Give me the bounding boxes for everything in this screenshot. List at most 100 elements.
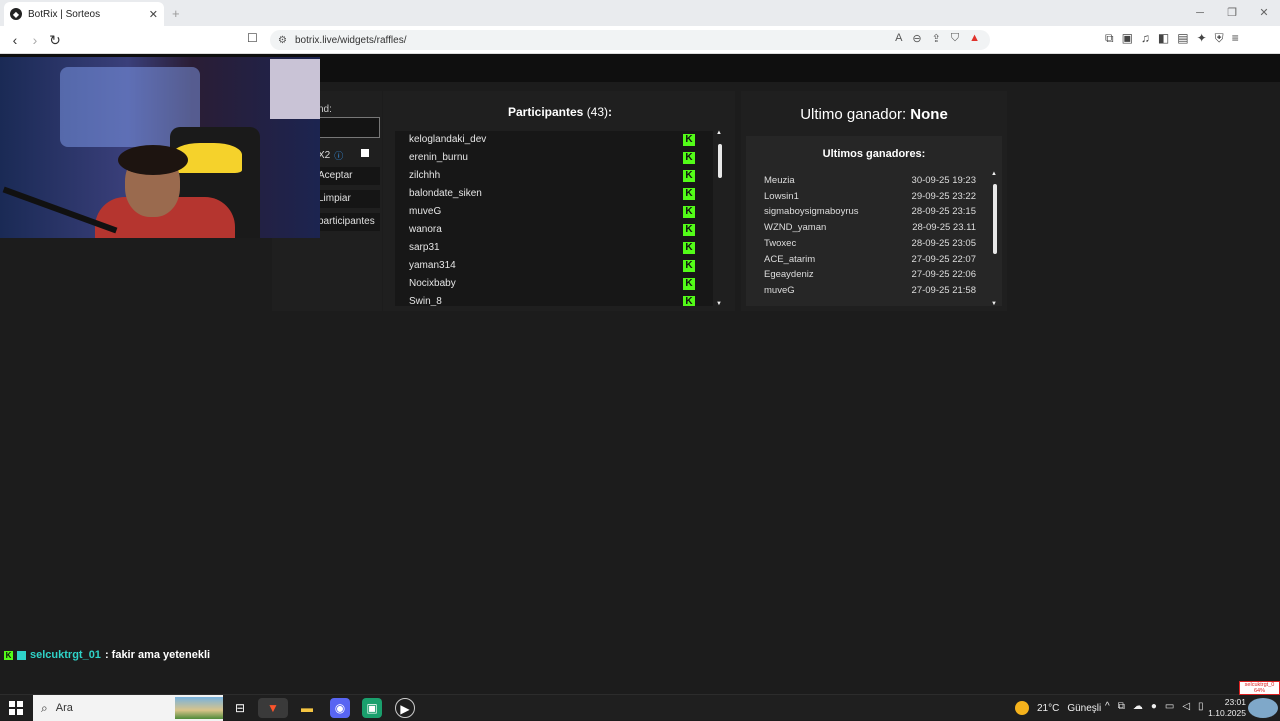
zoom-icon[interactable]: ⊖ [912, 32, 921, 45]
taskbar-search[interactable]: ⌕ Ara [33, 695, 223, 721]
kick-platform-icon: K [683, 224, 695, 236]
participant-row: yaman314 K [395, 257, 701, 275]
reload-icon[interactable]: ↻ [46, 31, 64, 49]
tab-bar: ◆ BotRix | Sorteos ✕ + ─ ❐ ✕ [0, 0, 1280, 26]
winner-row: Lowsin1 29-09-25 23:22 [764, 189, 976, 204]
media-player-icon[interactable]: ▶ [395, 698, 415, 718]
webcam-person-hair [118, 145, 188, 175]
winner-row: Meuzia 30-09-25 19:23 [764, 173, 976, 188]
sidebar-icon[interactable]: ◧ [1158, 31, 1169, 46]
mic-icon[interactable]: ● [1151, 701, 1157, 712]
recent-winners-box: Ultimos ganadores: ▲ ▼ Meuzia 30-09-25 19… [746, 136, 1002, 307]
winners-scrollbar[interactable]: ▲ ▼ [991, 171, 998, 307]
translate-icon[interactable]: A [895, 32, 902, 45]
brave-taskbar-icon[interactable]: ▼ [258, 698, 288, 718]
participant-name: zilchhh [409, 170, 441, 181]
winners-panel: Ultimo ganador: None Ultimos ganadores: … [741, 91, 1007, 311]
participants-title: Participantes (43): [383, 105, 737, 119]
participant-row: zilchhh K [395, 167, 701, 185]
close-window-icon[interactable]: ✕ [1248, 0, 1280, 26]
address-bar-actions: A ⊖ ⇪ ⛉ ▲ [895, 32, 980, 45]
search-highlight-image [175, 697, 223, 719]
accept-button[interactable]: Aceptar [316, 167, 380, 185]
minimize-icon[interactable]: ─ [1184, 0, 1216, 26]
network-icon[interactable]: ▭ [1165, 701, 1174, 712]
participants-scrollbar[interactable]: ▲ ▼ [716, 130, 723, 307]
extensions-area: ⧉ ▣ ♫ ◧ ▤ ✦ ⛨ ≡ [1105, 31, 1239, 46]
back-arrow-icon[interactable]: ‹ [6, 31, 24, 49]
chat-username: selcuktrgt_01 [30, 649, 101, 661]
clock-time: 23:01 [1224, 697, 1246, 707]
browser-tab[interactable]: ◆ BotRix | Sorteos ✕ [4, 2, 164, 26]
discord-icon[interactable]: ◉ [330, 698, 350, 718]
webcam-poster [270, 59, 320, 119]
vpn-icon[interactable]: ⛨ [1215, 31, 1224, 46]
app-icon[interactable]: ▣ [362, 698, 382, 718]
winner-name: Meuzia [764, 175, 795, 186]
participants-colon: : [608, 105, 613, 119]
clear-button[interactable]: Limpiar [316, 190, 380, 208]
tab-title: BotRix | Sorteos [28, 8, 101, 20]
windows-start-icon[interactable] [9, 701, 23, 715]
brave-rewards-icon[interactable]: ▲ [969, 32, 980, 45]
system-tray: ^ ⧉ ☁ ● ▭ ◁ ▯ [1105, 701, 1204, 712]
task-view-icon[interactable]: ⊟ [230, 698, 250, 718]
winner-name: muveG [764, 284, 795, 296]
leo-ai-icon[interactable]: ✦ [1197, 31, 1207, 46]
media-icon[interactable]: ♫ [1141, 31, 1150, 46]
winner-date: 28-09-25 23.11 [912, 222, 976, 234]
new-tab-button[interactable]: + [172, 6, 180, 21]
subscriber-badge-icon [17, 650, 26, 660]
notification-avatar[interactable] [1248, 698, 1278, 718]
participants-list[interactable]: keloglandaki_dev Kerenin_burnu Kzilchhh Kba… [395, 131, 713, 306]
x2-checkbox[interactable] [361, 149, 369, 157]
last-winner: Ultimo ganador: None [741, 106, 1007, 123]
participant-row: Swin_8 K [395, 293, 701, 306]
share-icon[interactable]: ⇪ [932, 32, 941, 45]
kick-badge-icon: K [4, 650, 13, 660]
winner-date: 27-09-25 22:07 [911, 253, 976, 265]
tab-close-icon[interactable]: ✕ [149, 8, 158, 21]
participant-name: wanora [409, 224, 442, 235]
file-explorer-icon[interactable]: ▬ [297, 698, 317, 718]
participant-name: sarp31 [409, 242, 440, 253]
brave-shield-icon[interactable]: ⛉ [951, 32, 959, 45]
kick-platform-icon: K [683, 134, 695, 146]
address-bar[interactable]: ⚙ botrix.live/widgets/raffles/ A ⊖ ⇪ ⛉ ▲ [270, 30, 990, 50]
kick-platform-icon: K [683, 296, 695, 306]
overlay-toast: selcuktrgt_0 64% [1239, 681, 1280, 695]
participant-row: balondate_siken K [395, 185, 701, 203]
bookmark-icon[interactable]: ☐ [247, 31, 258, 45]
menu-icon[interactable]: ≡ [1232, 31, 1239, 46]
onedrive-icon[interactable]: ☁ [1133, 701, 1143, 712]
weather-temp: 21°C [1037, 702, 1060, 714]
window-controls: ─ ❐ ✕ [1184, 0, 1280, 26]
extensions-icon[interactable]: ⧉ [1105, 31, 1114, 46]
winners-scroll-thumb[interactable] [993, 184, 997, 254]
command-input[interactable] [316, 117, 380, 138]
volume-icon[interactable]: ◁ [1182, 701, 1190, 712]
participants-button[interactable]: participantes [316, 213, 380, 231]
winners-scroll-down-icon[interactable]: ▼ [991, 301, 997, 307]
restore-icon[interactable]: ❐ [1216, 0, 1248, 26]
participant-row: sarp31 K [395, 239, 701, 257]
scroll-up-icon[interactable]: ▲ [716, 130, 722, 136]
tray-app-icon[interactable]: ⧉ [1118, 701, 1125, 712]
screenshot-icon[interactable]: ▣ [1122, 31, 1133, 46]
wallet-icon[interactable]: ▤ [1177, 31, 1188, 46]
search-icon: ⌕ [41, 700, 48, 715]
info-icon[interactable]: ⓘ [334, 149, 343, 162]
winner-name: Egeaydeniz [764, 269, 814, 281]
scroll-down-icon[interactable]: ▼ [716, 301, 722, 307]
toast-line2: 64% [1253, 688, 1265, 694]
clock[interactable]: 23:01 1.10.2025 [1200, 697, 1246, 719]
kick-platform-icon: K [683, 206, 695, 218]
winner-date: 27-09-25 21:58 [911, 284, 976, 296]
tray-chevron-icon[interactable]: ^ [1105, 701, 1110, 712]
winners-scroll-up-icon[interactable]: ▲ [991, 171, 997, 177]
site-info-icon[interactable]: ⚙ [278, 35, 287, 46]
forward-arrow-icon[interactable]: › [26, 31, 44, 49]
weather-widget[interactable]: 21°C Güneşli [1015, 695, 1101, 721]
winner-date: 28-09-25 23:15 [911, 206, 976, 218]
scroll-thumb[interactable] [718, 144, 722, 178]
